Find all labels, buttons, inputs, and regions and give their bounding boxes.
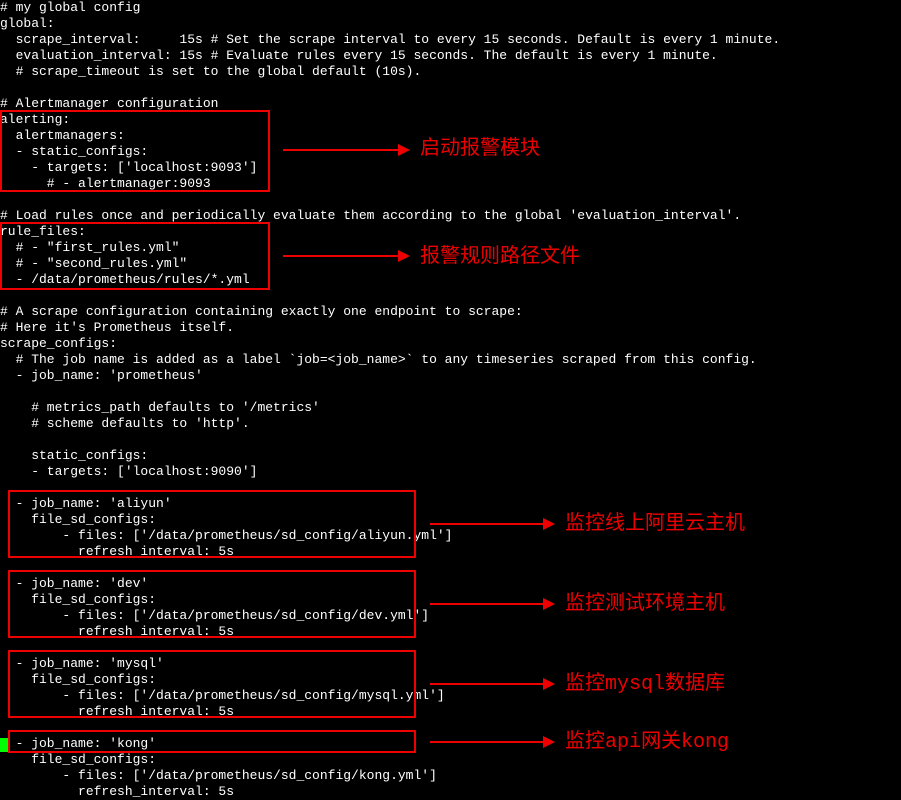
config-line: - /data/prometheus/rules/*.yml xyxy=(0,272,250,288)
config-line: # Here it's Prometheus itself. xyxy=(0,320,234,336)
config-line: file_sd_configs: xyxy=(0,672,156,688)
config-line: rule_files: xyxy=(0,224,86,240)
config-line: file_sd_configs: xyxy=(0,512,156,528)
config-line: # scrape_timeout is set to the global de… xyxy=(0,64,421,80)
config-line: # - "second_rules.yml" xyxy=(0,256,187,272)
config-line: # Load rules once and periodically evalu… xyxy=(0,208,741,224)
annotation-label: 监控线上阿里云主机 xyxy=(565,514,745,536)
config-line: - job_name: 'prometheus' xyxy=(0,368,203,384)
annotation-label: 监控mysql数据库 xyxy=(565,674,725,696)
config-line: static_configs: xyxy=(0,448,148,464)
arrow-line xyxy=(430,523,545,525)
config-line: # Alertmanager configuration xyxy=(0,96,218,112)
arrow-line xyxy=(283,255,400,257)
config-line: # metrics_path defaults to '/metrics' xyxy=(0,400,320,416)
config-line: - job_name: 'mysql' xyxy=(0,656,164,672)
annotation-label: 监控测试环境主机 xyxy=(565,594,725,616)
config-line: global: xyxy=(0,16,55,32)
arrow-line xyxy=(283,149,400,151)
arrow-head-icon xyxy=(398,144,410,156)
config-line: evaluation_interval: 15s # Evaluate rule… xyxy=(0,48,718,64)
config-line: # - alertmanager:9093 xyxy=(0,176,211,192)
annotation-label: 启动报警模块 xyxy=(420,139,540,161)
arrow-head-icon xyxy=(543,598,555,610)
config-line: - files: ['/data/prometheus/sd_config/my… xyxy=(0,688,445,704)
config-line: refresh_interval: 5s xyxy=(0,544,234,560)
annotation-label: 报警规则路径文件 xyxy=(420,247,580,269)
config-line: - job_name: 'aliyun' xyxy=(0,496,172,512)
config-line: - files: ['/data/prometheus/sd_config/ko… xyxy=(0,768,437,784)
config-line: refresh_interval: 5s xyxy=(0,704,234,720)
arrow-head-icon xyxy=(398,250,410,262)
config-line: # - "first_rules.yml" xyxy=(0,240,179,256)
config-line: alertmanagers: xyxy=(0,128,125,144)
arrow-line xyxy=(430,683,545,685)
config-line: # A scrape configuration containing exac… xyxy=(0,304,523,320)
arrow-head-icon xyxy=(543,518,555,530)
config-line: # my global config xyxy=(0,0,140,16)
config-line: - files: ['/data/prometheus/sd_config/de… xyxy=(0,608,429,624)
config-line: refresh_interval: 5s xyxy=(0,624,234,640)
config-line: - static_configs: xyxy=(0,144,148,160)
arrow-head-icon xyxy=(543,678,555,690)
config-line: - targets: ['localhost:9093'] xyxy=(0,160,257,176)
config-line: scrape_configs: xyxy=(0,336,117,352)
config-line: alerting: xyxy=(0,112,70,128)
config-line: - job_name: 'dev' xyxy=(0,576,148,592)
config-line: # scheme defaults to 'http'. xyxy=(0,416,250,432)
config-line: file_sd_configs: xyxy=(0,752,156,768)
config-line: scrape_interval: 15s # Set the scrape in… xyxy=(0,32,780,48)
config-line: - targets: ['localhost:9090'] xyxy=(0,464,257,480)
arrow-head-icon xyxy=(543,736,555,748)
arrow-line xyxy=(430,741,545,743)
config-line: - files: ['/data/prometheus/sd_config/al… xyxy=(0,528,452,544)
config-line: # The job name is added as a label `job=… xyxy=(0,352,757,368)
terminal-cursor xyxy=(0,738,8,752)
config-line: - job_name: 'kong' xyxy=(0,736,156,752)
annotation-label: 监控api网关kong xyxy=(565,732,729,754)
config-line: file_sd_configs: xyxy=(0,592,156,608)
arrow-line xyxy=(430,603,545,605)
config-line: refresh_interval: 5s xyxy=(0,784,234,800)
